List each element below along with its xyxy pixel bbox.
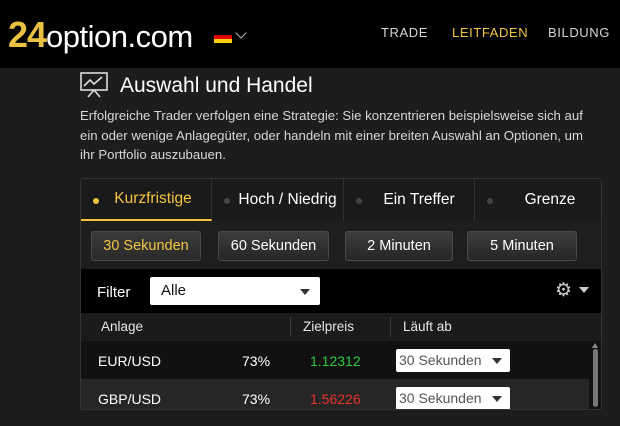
- section-title: Auswahl und Handel: [120, 74, 313, 97]
- table-row[interactable]: GBP/USD 73% 1.56226 30 Sekunden: [81, 380, 589, 409]
- target-price: 1.12312: [310, 353, 361, 369]
- tab-indicator-icon: [93, 198, 99, 204]
- tab-hoch-niedrig[interactable]: Hoch / Niedrig: [212, 179, 344, 221]
- tab-label: Kurzfristige: [114, 190, 192, 207]
- payout-percent: 73%: [242, 391, 271, 407]
- time-button-60s[interactable]: 60 Sekunden: [218, 231, 329, 261]
- settings-menu[interactable]: ⚙: [555, 279, 589, 301]
- tab-label: Grenze: [524, 191, 576, 208]
- nav-bildung[interactable]: BILDUNG: [548, 25, 610, 40]
- chevron-down-icon[interactable]: [235, 27, 247, 39]
- asset-name: EUR/USD: [98, 353, 162, 369]
- payout-percent: 73%: [242, 353, 271, 369]
- logo-number: 24: [8, 14, 47, 55]
- tab-grenze[interactable]: Grenze: [475, 179, 601, 221]
- dropdown-caret-icon: [300, 289, 310, 295]
- time-button-2m[interactable]: 2 Minuten: [345, 231, 453, 261]
- logo-text: option.com: [46, 19, 193, 54]
- gear-icon: ⚙: [555, 280, 573, 301]
- trading-widget: Kurzfristige Hoch / Niedrig Ein Treffer …: [80, 178, 602, 410]
- german-flag-icon[interactable]: [214, 31, 232, 43]
- tab-indicator-icon: [487, 198, 493, 204]
- scroll-up-arrow-icon[interactable]: [592, 343, 598, 348]
- dropdown-caret-icon: [492, 358, 502, 364]
- section-description: Erfolgreiche Trader verfolgen eine Strat…: [80, 108, 583, 162]
- filter-select[interactable]: Alle: [150, 277, 320, 305]
- column-header-target: Zielpreis: [303, 319, 355, 334]
- time-button-30s[interactable]: 30 Sekunden: [91, 231, 201, 261]
- asset-name: GBP/USD: [98, 391, 162, 407]
- expiry-time-selector: 30 Sekunden 60 Sekunden 2 Minuten 5 Minu…: [81, 221, 601, 269]
- column-header-expiry: Läuft ab: [403, 319, 452, 334]
- tab-label: Hoch / Niedrig: [238, 191, 337, 208]
- dropdown-caret-icon: [492, 396, 502, 402]
- column-divider: [390, 317, 391, 337]
- nav-leitfaden[interactable]: LEITFADEN: [452, 25, 528, 40]
- filter-bar: Filter Alle ⚙: [81, 269, 601, 313]
- scrollbar-thumb[interactable]: [593, 349, 598, 407]
- dropdown-caret-icon: [579, 287, 589, 293]
- chart-board-icon: [80, 72, 108, 98]
- table-row[interactable]: EUR/USD 73% 1.12312 30 Sekunden: [81, 342, 589, 380]
- tab-ein-treffer[interactable]: Ein Treffer: [344, 179, 475, 221]
- expiry-select[interactable]: 30 Sekunden: [396, 349, 510, 372]
- tab-kurzfristige[interactable]: Kurzfristige: [81, 179, 212, 221]
- expiry-value: 30 Sekunden: [399, 390, 482, 406]
- tab-indicator-icon: [356, 198, 362, 204]
- expiry-select[interactable]: 30 Sekunden: [396, 387, 510, 409]
- target-price: 1.56226: [310, 391, 361, 407]
- site-logo[interactable]: 24 option.com: [8, 14, 193, 55]
- table-header: Anlage Zielpreis Läuft ab: [81, 313, 601, 341]
- expiry-value: 30 Sekunden: [399, 352, 482, 368]
- filter-label: Filter: [97, 284, 131, 301]
- column-header-asset: Anlage: [101, 319, 144, 334]
- tab-label: Ein Treffer: [383, 191, 455, 208]
- time-button-5m[interactable]: 5 Minuten: [467, 231, 577, 261]
- filter-value: Alle: [161, 282, 187, 299]
- column-divider: [290, 317, 291, 337]
- tab-indicator-icon: [224, 198, 230, 204]
- option-type-tabs: Kurzfristige Hoch / Niedrig Ein Treffer …: [81, 179, 601, 221]
- nav-trade[interactable]: TRADE: [381, 25, 428, 40]
- top-navigation-bar: 24 option.com TRADE LEITFADEN BILDUNG: [0, 0, 620, 68]
